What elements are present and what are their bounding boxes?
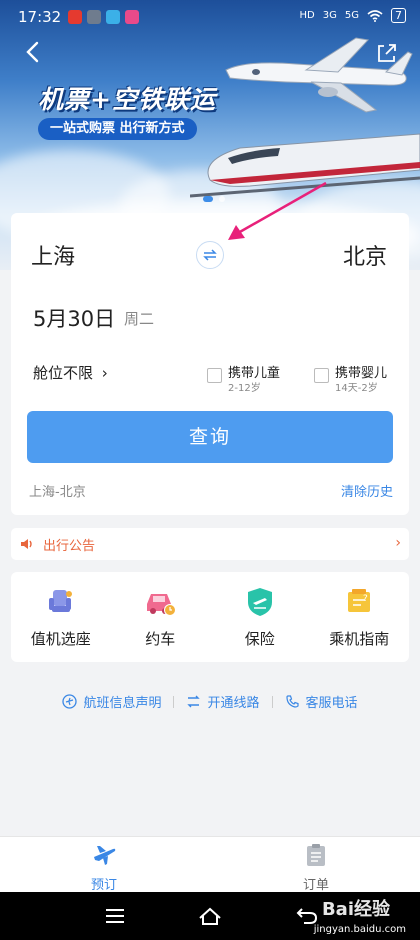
swap-cities-button[interactable] (196, 241, 224, 269)
travel-notice-bar[interactable]: 出行公告 › (11, 528, 409, 560)
service-car[interactable]: 约车 (111, 572, 211, 662)
search-button[interactable]: 查询 (27, 411, 393, 463)
wifi-icon (367, 9, 383, 22)
service-label: 乘机指南 (329, 630, 390, 648)
plane-circle-icon (62, 694, 78, 709)
chevron-right-icon: › (395, 535, 401, 551)
notification-app-icon (87, 10, 101, 24)
infant-checkbox[interactable] (314, 368, 329, 383)
child-option-age: 2-12岁 (228, 383, 261, 394)
train-illustration (190, 133, 420, 198)
departure-weekday: 周二 (124, 310, 155, 328)
departure-city[interactable]: 上海 (31, 239, 75, 271)
phone-icon (285, 695, 299, 708)
status-bar: 17:32 HD 3G 5G 7 (0, 0, 420, 34)
hd-indicator: HD (299, 10, 315, 21)
banner-title: 机票+空铁联运 (38, 85, 216, 114)
cabin-class-label: 舱位不限 (33, 364, 94, 382)
link-label: 航班信息声明 (83, 696, 162, 711)
flight-statement-link[interactable]: 航班信息声明 (62, 692, 161, 711)
service-grid: 值机选座 约车 保险 ? 乘机指南 (11, 572, 409, 662)
notification-app-icon (106, 10, 120, 24)
tab-orders-label: 订单 (302, 878, 329, 893)
car-icon (147, 594, 177, 616)
notification-icons (68, 10, 139, 24)
infant-option-age: 14天-2岁 (335, 383, 378, 394)
route-icon (187, 695, 201, 708)
search-history-item[interactable]: 上海-北京 (29, 481, 86, 500)
service-guide[interactable]: ? 乘机指南 (310, 572, 410, 662)
airplane-tab-icon (94, 846, 116, 865)
watermark-url: jingyan.baidu.com (313, 924, 406, 935)
share-icon[interactable] (376, 42, 398, 64)
flight-search-card: 上海 北京 5月30日 周二 舱位不限 › 携带儿童 2-12岁 携带婴儿 14… (11, 213, 409, 515)
banner-subtitle: 一站式购票 出行新方式 (38, 118, 197, 140)
svg-text:?: ? (363, 594, 368, 604)
service-label: 保险 (244, 630, 275, 648)
swap-icon (203, 249, 217, 261)
home-icon[interactable] (197, 906, 223, 926)
menu-icon[interactable] (104, 906, 126, 926)
network-3g: 3G (322, 10, 337, 21)
notification-app-icon (125, 10, 139, 24)
departure-date[interactable]: 5月30日 (33, 303, 115, 333)
tab-orders[interactable]: 订单 (266, 843, 366, 893)
speaker-icon (21, 539, 32, 549)
open-routes-link[interactable]: 开通线路 (186, 692, 260, 711)
arrival-city[interactable]: 北京 (343, 239, 387, 271)
bottom-tab-bar: 预订 订单 (0, 836, 420, 893)
chevron-right-icon: › (101, 364, 108, 382)
clear-history-link[interactable]: 清除历史 (341, 481, 393, 500)
notification-app-icon (68, 10, 82, 24)
insurance-shield-icon (247, 588, 272, 616)
service-label: 值机选座 (30, 630, 91, 648)
customer-service-link[interactable]: 客服电话 (285, 692, 358, 711)
watermark-logo: Bai经验 (321, 899, 390, 920)
tab-book[interactable]: 预订 (54, 843, 154, 893)
service-checkin[interactable]: 值机选座 (11, 572, 111, 662)
status-indicators: HD 3G 5G 7 (300, 8, 406, 23)
service-insurance[interactable]: 保险 (210, 572, 310, 662)
back-arrow-icon[interactable] (22, 40, 46, 64)
cabin-class-selector[interactable]: 舱位不限 › (33, 362, 108, 383)
battery-indicator: 7 (391, 8, 406, 23)
clipboard-icon (307, 844, 325, 866)
seat-icon (48, 590, 72, 612)
info-links: 航班信息声明 开通线路 客服电话 (0, 692, 420, 711)
tab-book-label: 预订 (90, 878, 117, 893)
link-divider (173, 695, 175, 708)
notice-label: 出行公告 (43, 539, 96, 554)
link-divider (271, 695, 273, 708)
service-label: 约车 (145, 630, 176, 648)
guide-icon: ? (348, 589, 371, 612)
network-5g: 5G (344, 10, 359, 21)
banner-pagination (203, 196, 225, 202)
link-label: 开通线路 (207, 696, 260, 711)
status-time: 17:32 (18, 8, 62, 26)
link-label: 客服电话 (305, 696, 358, 711)
child-checkbox[interactable] (207, 368, 222, 383)
back-nav-icon[interactable] (296, 906, 318, 926)
